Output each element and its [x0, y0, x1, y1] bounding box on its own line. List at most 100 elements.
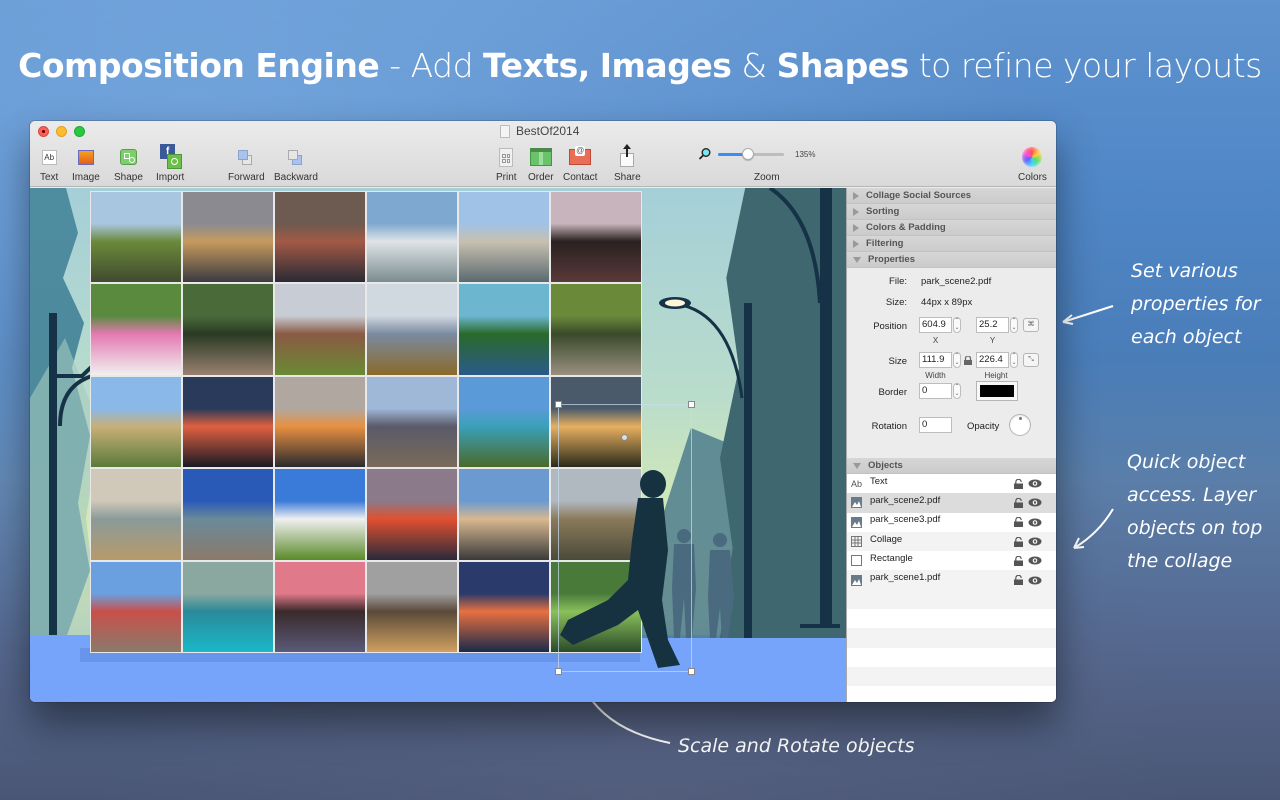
forward-button[interactable]: Forward	[228, 143, 265, 183]
visibility-eye-icon[interactable]	[1028, 537, 1042, 546]
collage-photo[interactable]	[91, 561, 181, 652]
minimize-button[interactable]	[56, 126, 67, 137]
collage-photo[interactable]	[91, 192, 181, 283]
rotate-handle[interactable]	[621, 434, 628, 441]
visibility-eye-icon[interactable]	[1028, 576, 1042, 585]
objects-list: Ab Text park_scene2.pdf park_scene3.pdf Coll…	[847, 474, 1056, 702]
arrow-icon	[1073, 508, 1114, 549]
lock-icon[interactable]	[1014, 575, 1023, 586]
collage-photo[interactable]	[459, 284, 549, 375]
close-button[interactable]	[38, 126, 49, 137]
center-position-button[interactable]: ⌘	[1023, 318, 1039, 332]
colors-button[interactable]: Colors	[1018, 143, 1047, 183]
rotation-field[interactable]: 0	[919, 417, 952, 433]
object-name: park_scene1.pdf	[870, 572, 941, 584]
lock-icon[interactable]	[1014, 536, 1023, 547]
opacity-dial[interactable]	[1009, 414, 1031, 436]
section-sorting[interactable]: Sorting	[847, 204, 1056, 220]
collage-photo[interactable]	[367, 376, 457, 468]
collage-photo[interactable]	[91, 284, 181, 375]
border-color-well[interactable]	[976, 381, 1018, 401]
collage-photo[interactable]	[367, 469, 457, 560]
height-field[interactable]: 226.4	[976, 352, 1009, 368]
collage-photo[interactable]	[459, 561, 549, 652]
lock-icon[interactable]	[1014, 497, 1023, 508]
width-field[interactable]: 111.9	[919, 352, 952, 368]
collage-photo[interactable]	[367, 192, 457, 283]
lock-icon[interactable]	[1014, 555, 1023, 566]
lock-icon[interactable]	[1014, 517, 1023, 528]
object-row[interactable]: park_scene1.pdf	[847, 570, 1056, 590]
position-x-stepper[interactable]: ⌃ ⌄	[953, 317, 961, 333]
zoom-slider-knob[interactable]	[741, 148, 754, 160]
collage-photo[interactable]	[91, 469, 181, 560]
collage-photo[interactable]	[551, 192, 641, 283]
collage-photo[interactable]	[183, 561, 273, 652]
position-y-stepper[interactable]: ⌃ ⌄	[1010, 317, 1018, 333]
section-collage-social-sources[interactable]: Collage Social Sources	[847, 188, 1056, 204]
border-stepper[interactable]: ⌃ ⌄	[953, 383, 961, 399]
collage-photo[interactable]	[275, 469, 365, 560]
contact-mail-icon: @	[569, 143, 592, 171]
collage-photo[interactable]	[275, 561, 365, 652]
lock-icon[interactable]	[1014, 478, 1023, 489]
visibility-eye-icon[interactable]	[1028, 518, 1042, 527]
width-stepper[interactable]: ⌃ ⌄	[953, 352, 961, 368]
visibility-eye-icon[interactable]	[1028, 498, 1042, 507]
collage-photo[interactable]	[91, 376, 181, 468]
position-y-field[interactable]: 25.2	[976, 317, 1009, 333]
object-row[interactable]: park_scene2.pdf	[847, 493, 1056, 513]
border-field[interactable]: 0	[919, 383, 952, 399]
collage-photo[interactable]	[367, 561, 457, 652]
collage-photo[interactable]	[367, 284, 457, 375]
shape-button[interactable]: Shape	[114, 143, 143, 183]
reset-size-button[interactable]: ⤡	[1023, 353, 1039, 367]
object-row[interactable]: park_scene3.pdf	[847, 512, 1056, 532]
text-button[interactable]: Ab Text	[40, 143, 58, 183]
object-row[interactable]: Collage	[847, 531, 1056, 552]
disclosure-triangle-icon	[853, 239, 859, 248]
backward-button[interactable]: Backward	[274, 143, 318, 183]
section-colors-padding[interactable]: Colors & Padding	[847, 220, 1056, 236]
resize-handle-top-right[interactable]	[688, 401, 695, 408]
order-button[interactable]: Order	[528, 143, 554, 183]
collage-photo[interactable]	[183, 284, 273, 375]
collage-photo[interactable]	[183, 469, 273, 560]
collage-photo[interactable]	[459, 469, 549, 560]
resize-handle-bottom-left[interactable]	[555, 668, 562, 675]
import-button[interactable]: f Import	[156, 143, 184, 183]
resize-handle-top-left[interactable]	[555, 401, 562, 408]
layout-canvas[interactable]	[30, 188, 846, 702]
section-properties[interactable]: Properties	[847, 252, 1056, 268]
properties-annotation: Set various properties for each object	[1131, 255, 1261, 354]
image-button[interactable]: Image	[72, 143, 100, 183]
collage-photo[interactable]	[275, 376, 365, 468]
collage-photo[interactable]	[275, 284, 365, 375]
visibility-eye-icon[interactable]	[1028, 479, 1042, 488]
section-filtering[interactable]: Filtering	[847, 236, 1056, 252]
disclosure-triangle-icon	[853, 191, 859, 200]
headline-bold-images: Images	[599, 46, 732, 85]
visibility-eye-icon[interactable]	[1028, 556, 1042, 565]
object-row[interactable]: Rectangle	[847, 551, 1056, 571]
aspect-lock-icon[interactable]	[964, 356, 972, 365]
selection-box[interactable]	[555, 401, 695, 675]
zoom-slider[interactable]	[718, 148, 784, 160]
position-x-field[interactable]: 604.9	[919, 317, 952, 333]
section-label: Objects	[868, 460, 903, 471]
collage-photo[interactable]	[551, 284, 641, 375]
collage-photo[interactable]	[183, 192, 273, 283]
print-button[interactable]: Print	[496, 143, 517, 183]
section-label: Colors & Padding	[866, 222, 946, 233]
share-button[interactable]: Share	[614, 143, 641, 183]
collage-photo[interactable]	[459, 192, 549, 283]
collage-photo[interactable]	[459, 376, 549, 468]
collage-photo[interactable]	[275, 192, 365, 283]
height-stepper[interactable]: ⌃ ⌄	[1010, 352, 1018, 368]
section-objects[interactable]: Objects	[847, 458, 1056, 474]
maximize-button[interactable]	[74, 126, 85, 137]
collage-photo[interactable]	[183, 376, 273, 468]
contact-button[interactable]: @ Contact	[563, 143, 597, 183]
resize-handle-bottom-right[interactable]	[688, 668, 695, 675]
object-row[interactable]: Ab Text	[847, 474, 1056, 494]
